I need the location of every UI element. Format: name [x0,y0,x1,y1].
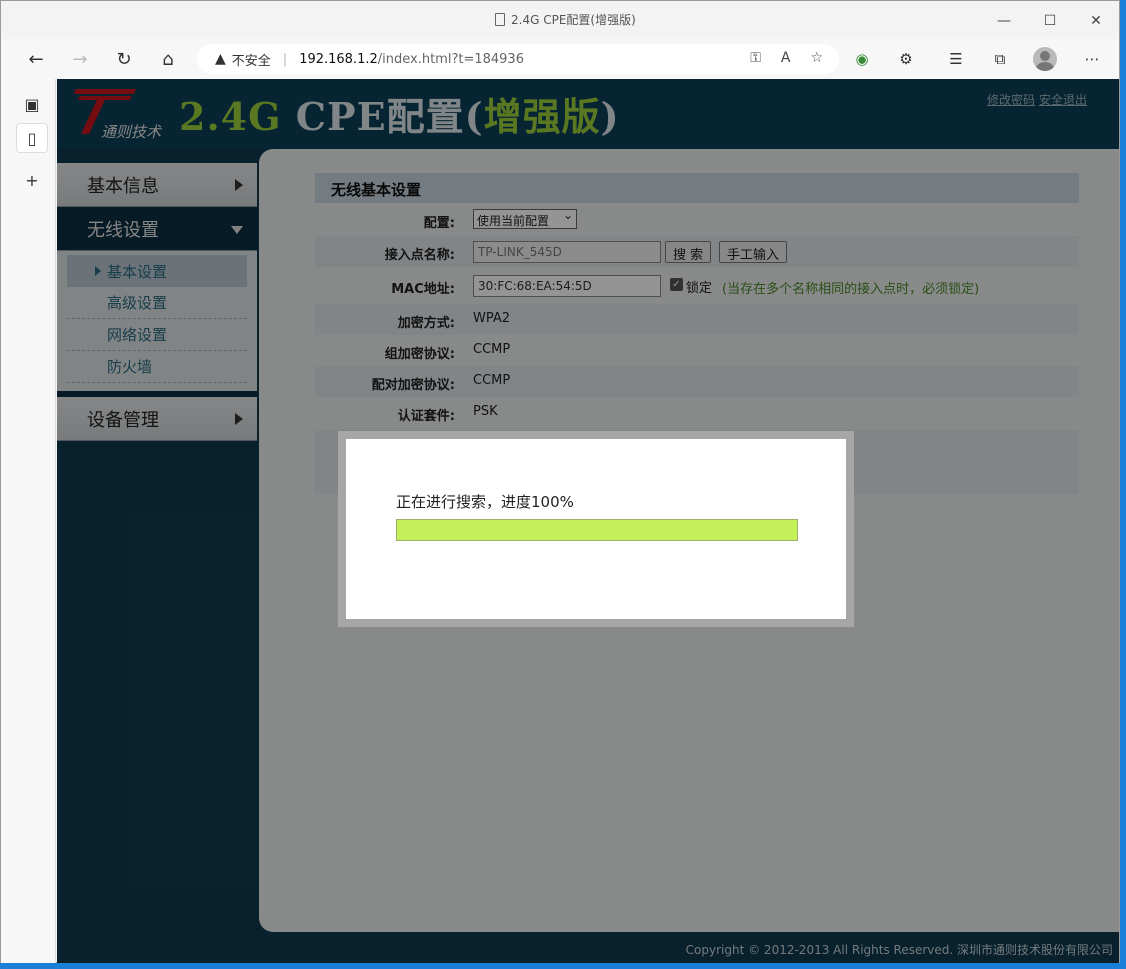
back-icon[interactable]: ← [21,45,51,73]
progress-message: 正在进行搜索，进度100% [396,493,574,511]
modal-frame: 正在进行搜索，进度100% [338,431,854,627]
vertical-tab-rail: ▣ ▯ + [1,79,56,963]
address-actions: ⚿ A ☆ [750,50,823,66]
more-menu-icon[interactable]: ⋯ [1079,46,1105,72]
extension-globe-icon[interactable]: ◉ [849,46,875,72]
profile-avatar[interactable] [1033,47,1057,71]
new-tab-icon[interactable]: + [16,165,48,195]
modal-overlay: 正在进行搜索，进度100% [57,79,1119,963]
minimize-button[interactable]: — [981,7,1027,35]
tab-title: 2.4G CPE配置(增强版) [495,11,636,28]
collections-icon[interactable]: ⧉ [987,46,1013,72]
browser-toolbar: ← → ↻ ⌂ ▲ 不安全 | 192.168.1.2 /index.html?… [1,39,1119,79]
maximize-button[interactable]: ☐ [1027,7,1073,35]
url-path: /index.html?t=184936 [377,51,524,67]
home-icon[interactable]: ⌂ [153,45,183,73]
tab-title-text: 2.4G CPE配置(增强版) [511,13,636,27]
address-divider: | [282,51,288,67]
close-button[interactable]: ✕ [1073,7,1119,35]
favorites-icon[interactable]: ☰ [943,46,969,72]
refresh-icon[interactable]: ↻ [109,45,139,73]
router-page: 通则技术 2.4G CPE配置(增强版) 修改密码 安全退出 基本信息 无线设置… [57,79,1119,963]
progress-bar [396,519,798,541]
search-progress-dialog: 正在进行搜索，进度100% [346,439,846,619]
add-favorite-icon[interactable]: ☆ [810,50,823,66]
progress-fill [397,520,797,540]
document-icon [495,13,505,26]
address-bar[interactable]: ▲ 不安全 | 192.168.1.2 /index.html?t=184936… [197,44,839,74]
active-tab-icon[interactable]: ▯ [16,123,48,153]
forward-icon[interactable]: → [65,45,95,73]
warning-icon: ▲ [215,51,226,67]
read-aloud-icon[interactable]: A [781,50,791,66]
url-host: 192.168.1.2 [299,51,378,67]
title-bar: 2.4G CPE配置(增强版) — ☐ ✕ [1,1,1119,39]
browser-window: 2.4G CPE配置(增强版) — ☐ ✕ ← → ↻ ⌂ ▲ 不安全 | 19… [0,0,1120,963]
key-icon[interactable]: ⚿ [750,50,761,66]
tab-actions-icon[interactable]: ▣ [16,89,48,119]
extensions-icon[interactable]: ⚙ [893,46,919,72]
security-label: 不安全 [231,53,271,69]
